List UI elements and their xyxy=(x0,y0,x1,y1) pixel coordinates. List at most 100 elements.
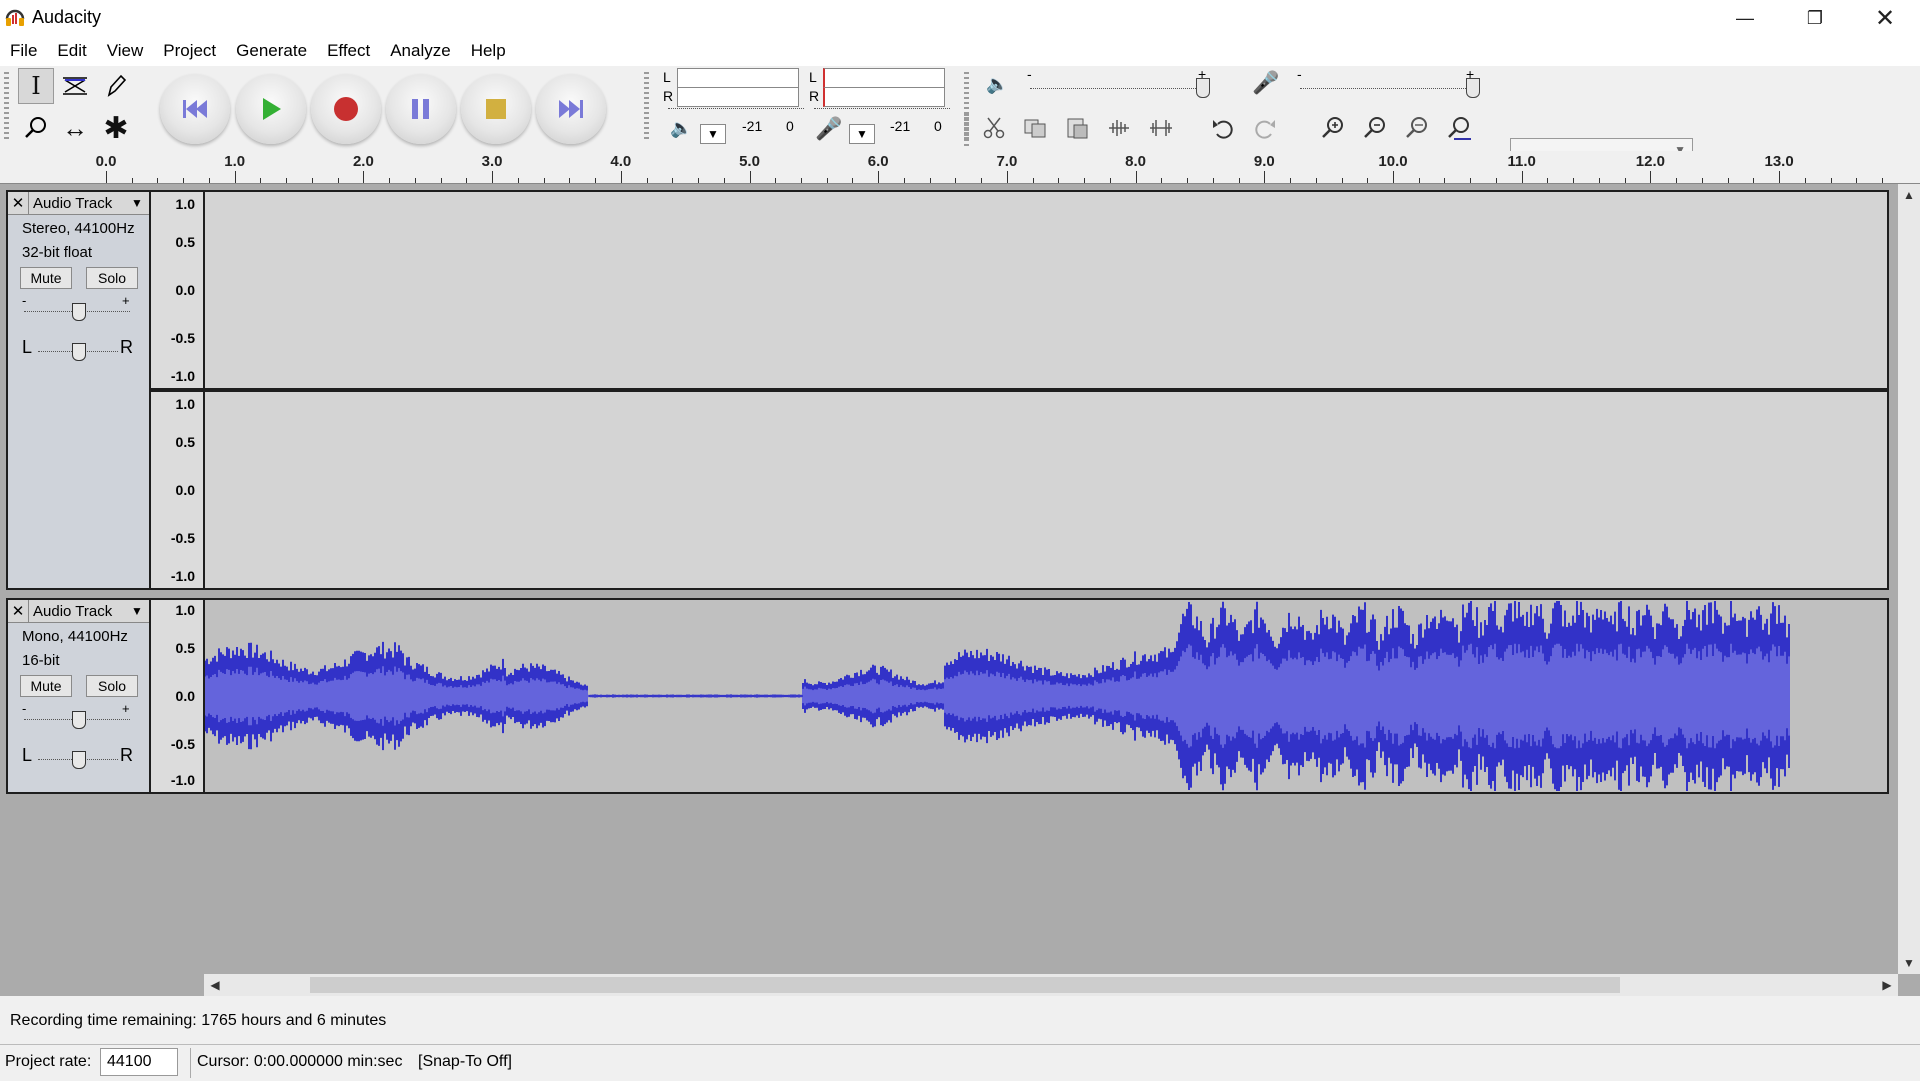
toolbar-grip[interactable] xyxy=(4,72,9,142)
trim-button[interactable] xyxy=(1101,110,1137,146)
scroll-right-arrow-icon[interactable]: ▶ xyxy=(1876,974,1898,996)
toolbar-grip[interactable] xyxy=(964,114,969,146)
close-icon: ✕ xyxy=(1874,4,1896,32)
horizontal-scrollbar[interactable]: ◀ ▶ xyxy=(204,974,1898,996)
pan-slider[interactable]: L R xyxy=(8,333,149,373)
envelope-tool-button[interactable] xyxy=(57,68,93,104)
multi-tool-button[interactable]: ✱ xyxy=(98,110,134,146)
microphone-meter-icon[interactable]: 🎤 xyxy=(815,116,842,142)
track-menu-icon[interactable]: ▼ xyxy=(131,604,149,618)
skip-to-start-button[interactable] xyxy=(160,74,230,144)
mute-button[interactable]: Mute xyxy=(20,267,72,289)
recording-volume-slider[interactable] xyxy=(1300,88,1478,91)
menu-effect[interactable]: Effect xyxy=(317,36,380,66)
ruler-minor-tick xyxy=(672,178,674,183)
menu-view[interactable]: View xyxy=(97,36,154,66)
speaker-meter-icon[interactable]: 🔈 xyxy=(670,118,692,139)
zoom-tool-button[interactable] xyxy=(18,110,54,146)
playback-volume-thumb[interactable] xyxy=(1196,78,1210,98)
recording-volume-thumb[interactable] xyxy=(1466,78,1480,98)
restore-button[interactable]: ❐ xyxy=(1780,0,1850,36)
vertical-scrollbar[interactable]: ▲ ▼ xyxy=(1898,184,1920,974)
fit-project-button[interactable] xyxy=(1441,110,1477,146)
track-name-button[interactable]: Audio Track xyxy=(29,195,131,212)
waveform-left-channel[interactable] xyxy=(205,190,1889,390)
track-control-panel[interactable]: ✕ Audio Track ▼ Stereo, 44100Hz 32-bit f… xyxy=(6,190,151,590)
silence-button[interactable] xyxy=(1143,110,1179,146)
pause-button[interactable] xyxy=(386,74,456,144)
ruler-tick-label: 5.0 xyxy=(739,153,760,170)
copy-button[interactable] xyxy=(1017,110,1053,146)
waveform-mono[interactable] xyxy=(205,598,1889,794)
gain-slider-thumb[interactable] xyxy=(72,711,86,729)
record-button[interactable] xyxy=(311,74,381,144)
ruler-minor-tick xyxy=(208,178,210,183)
zoom-in-button[interactable] xyxy=(1315,110,1351,146)
scroll-down-arrow-icon[interactable]: ▼ xyxy=(1898,952,1920,974)
track-control-panel[interactable]: ✕ Audio Track ▼ Mono, 44100Hz 16-bit Mut… xyxy=(6,598,151,794)
solo-button[interactable]: Solo xyxy=(86,675,138,697)
playback-volume-slider[interactable] xyxy=(1030,88,1208,91)
scale-label: 1.0 xyxy=(175,396,195,412)
play-button[interactable] xyxy=(236,74,306,144)
waveform-right-channel[interactable] xyxy=(205,390,1889,590)
redo-button[interactable] xyxy=(1247,110,1283,146)
zoom-out-button[interactable] xyxy=(1357,110,1393,146)
timeline-ruler[interactable]: 0.0 1.0 2.0 3.0 4.0 5.0 6.0 7.0 8.0 9.0 10.0 11.0 12… xyxy=(0,151,1920,184)
scroll-left-arrow-icon[interactable]: ◀ xyxy=(204,974,226,996)
menu-edit[interactable]: Edit xyxy=(47,36,96,66)
close-track-button[interactable]: ✕ xyxy=(8,600,29,622)
track-format: Stereo, 44100Hz xyxy=(22,220,135,237)
record-meter-menu-button[interactable]: ▼ xyxy=(849,124,875,144)
undo-button[interactable] xyxy=(1205,110,1241,146)
ruler-minor-tick xyxy=(1882,178,1884,183)
scale-label: 1.0 xyxy=(175,602,195,618)
ruler-major-tick xyxy=(1393,171,1394,183)
play-meter-right[interactable] xyxy=(677,87,799,107)
track-menu-icon[interactable]: ▼ xyxy=(131,196,149,210)
close-track-button[interactable]: ✕ xyxy=(8,192,29,214)
record-meter-right[interactable] xyxy=(823,87,945,107)
ruler-minor-tick xyxy=(543,178,545,183)
vertical-ruler: 1.0 0.5 0.0 -0.5 -1.0 xyxy=(151,390,205,590)
track-name-button[interactable]: Audio Track xyxy=(29,603,131,620)
cut-button[interactable] xyxy=(976,110,1012,146)
selection-tool-button[interactable]: I xyxy=(18,68,54,104)
pan-slider-thumb[interactable] xyxy=(72,751,86,769)
record-meter-left[interactable] xyxy=(823,68,945,88)
selection-bar: Project rate: 44100 Cursor: 0:00.000000 … xyxy=(0,1044,1920,1081)
gain-plus-label: + xyxy=(122,293,130,308)
ruler-minor-tick xyxy=(595,178,597,183)
ruler-tick-label: 8.0 xyxy=(1125,153,1147,170)
solo-button[interactable]: Solo xyxy=(86,267,138,289)
horizontal-scroll-thumb[interactable] xyxy=(310,977,1620,993)
gain-slider[interactable]: - + xyxy=(8,701,149,741)
pan-slider[interactable]: L R xyxy=(8,741,149,781)
toolbar-grip[interactable] xyxy=(644,72,649,142)
draw-tool-button[interactable] xyxy=(98,68,134,104)
timeshift-tool-button[interactable]: ↔ xyxy=(57,110,93,146)
gain-slider-thumb[interactable] xyxy=(72,303,86,321)
minimize-button[interactable]: — xyxy=(1710,0,1780,36)
scroll-up-arrow-icon[interactable]: ▲ xyxy=(1898,184,1920,206)
stop-button[interactable] xyxy=(461,74,531,144)
paste-button[interactable] xyxy=(1059,110,1095,146)
close-window-button[interactable]: ✕ xyxy=(1850,0,1920,36)
play-meter-menu-button[interactable]: ▼ xyxy=(700,124,726,144)
mute-button[interactable]: Mute xyxy=(20,675,72,697)
pan-slider-thumb[interactable] xyxy=(72,343,86,361)
menu-help[interactable]: Help xyxy=(461,36,516,66)
project-rate-input[interactable]: 44100 xyxy=(100,1048,178,1076)
fit-selection-button[interactable] xyxy=(1399,110,1435,146)
gain-slider[interactable]: - + xyxy=(8,293,149,333)
scale-label: -0.5 xyxy=(170,530,195,546)
play-meter-left[interactable] xyxy=(677,68,799,88)
record-meter-scale xyxy=(814,108,950,115)
record-meter-r-label: R xyxy=(809,88,820,104)
skip-to-end-button[interactable] xyxy=(536,74,606,144)
dropdown-arrow-icon: ▼ xyxy=(856,127,868,141)
menu-file[interactable]: File xyxy=(0,36,47,66)
menu-analyze[interactable]: Analyze xyxy=(380,36,460,66)
menu-generate[interactable]: Generate xyxy=(226,36,317,66)
menu-project[interactable]: Project xyxy=(153,36,226,66)
